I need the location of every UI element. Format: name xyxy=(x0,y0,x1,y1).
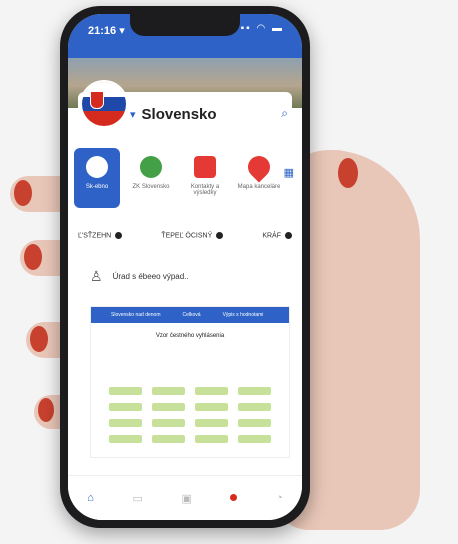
chip[interactable]: ŤEPEĽ ÓCISNÝ xyxy=(161,232,224,239)
quick-tiles: Sk-ebno ZK Slovensko Kontakty a výsledky… xyxy=(74,148,296,208)
slovakia-flag-avatar[interactable] xyxy=(80,80,128,128)
notch xyxy=(130,14,240,36)
bottom-nav: ⌂ ▭ ▣ ◔ xyxy=(68,475,302,520)
tile-2[interactable]: Kontakty a výsledky xyxy=(182,148,228,208)
search-icon[interactable]: ⌕ xyxy=(281,106,288,121)
chip[interactable]: KRÁF xyxy=(262,232,292,239)
recent-label: Úrad s ébeeo výpad.. xyxy=(112,272,189,281)
chevron-down-icon: ▾ xyxy=(130,109,136,121)
brand-icon xyxy=(86,156,108,178)
tile-label: ZK Slovensko xyxy=(132,184,170,190)
message-icon xyxy=(194,156,216,178)
fingernail xyxy=(24,244,42,270)
fingernail xyxy=(30,326,48,352)
map-pin-icon xyxy=(243,151,275,183)
country-selector[interactable]: ▾ Slovensko xyxy=(130,106,217,123)
document-fields xyxy=(109,387,271,443)
fingernail xyxy=(338,158,358,188)
grid-icon[interactable]: ▦ xyxy=(284,166,294,179)
recent-item[interactable]: ♙ Úrad s ébeeo výpad.. xyxy=(90,268,189,285)
person-icon: ♙ xyxy=(90,268,103,284)
chip-row: Ľ'SŤZEHN ŤEPEĽ ÓCISNÝ KRÁF xyxy=(78,232,292,239)
tile-label: Mapa kanceláre xyxy=(237,184,281,190)
phone: 21:16 ▾ ▪▪ ◠ ▬ ▾ Slovensko ⌕ Sk-ebno ZK … xyxy=(60,6,310,528)
document-preview[interactable]: Slovensko nad denom Celková Výpis s hodn… xyxy=(90,306,290,458)
doc-icon[interactable]: ▭ xyxy=(133,492,143,505)
document-header: Slovensko nad denom Celková Výpis s hodn… xyxy=(91,307,289,323)
page-title: Slovensko xyxy=(141,106,217,123)
tile-3[interactable]: Mapa kanceláre xyxy=(236,148,282,208)
document-title: Vzor čestného vyhlásenia xyxy=(155,333,225,339)
bell-icon[interactable] xyxy=(230,492,238,504)
tile-0[interactable]: Sk-ebno xyxy=(74,148,120,208)
phone-screen: 21:16 ▾ ▪▪ ◠ ▬ ▾ Slovensko ⌕ Sk-ebno ZK … xyxy=(68,14,302,520)
fingernail xyxy=(14,180,32,206)
tile-label: Sk-ebno xyxy=(85,184,109,190)
fingernail xyxy=(38,398,54,422)
crest-icon xyxy=(90,91,104,109)
status-icons: ▪▪ ◠ ▬ xyxy=(240,23,284,34)
tile-1[interactable]: ZK Slovensko xyxy=(128,148,174,208)
tile-label: Kontakty a výsledky xyxy=(190,184,220,196)
crest-icon xyxy=(140,156,162,178)
home-icon[interactable]: ⌂ xyxy=(87,492,94,504)
status-time: 21:16 ▾ xyxy=(88,25,125,37)
chip[interactable]: Ľ'SŤZEHN xyxy=(78,232,123,239)
profile-icon[interactable]: ◔ xyxy=(276,492,283,504)
wallet-icon[interactable]: ▣ xyxy=(181,492,191,505)
